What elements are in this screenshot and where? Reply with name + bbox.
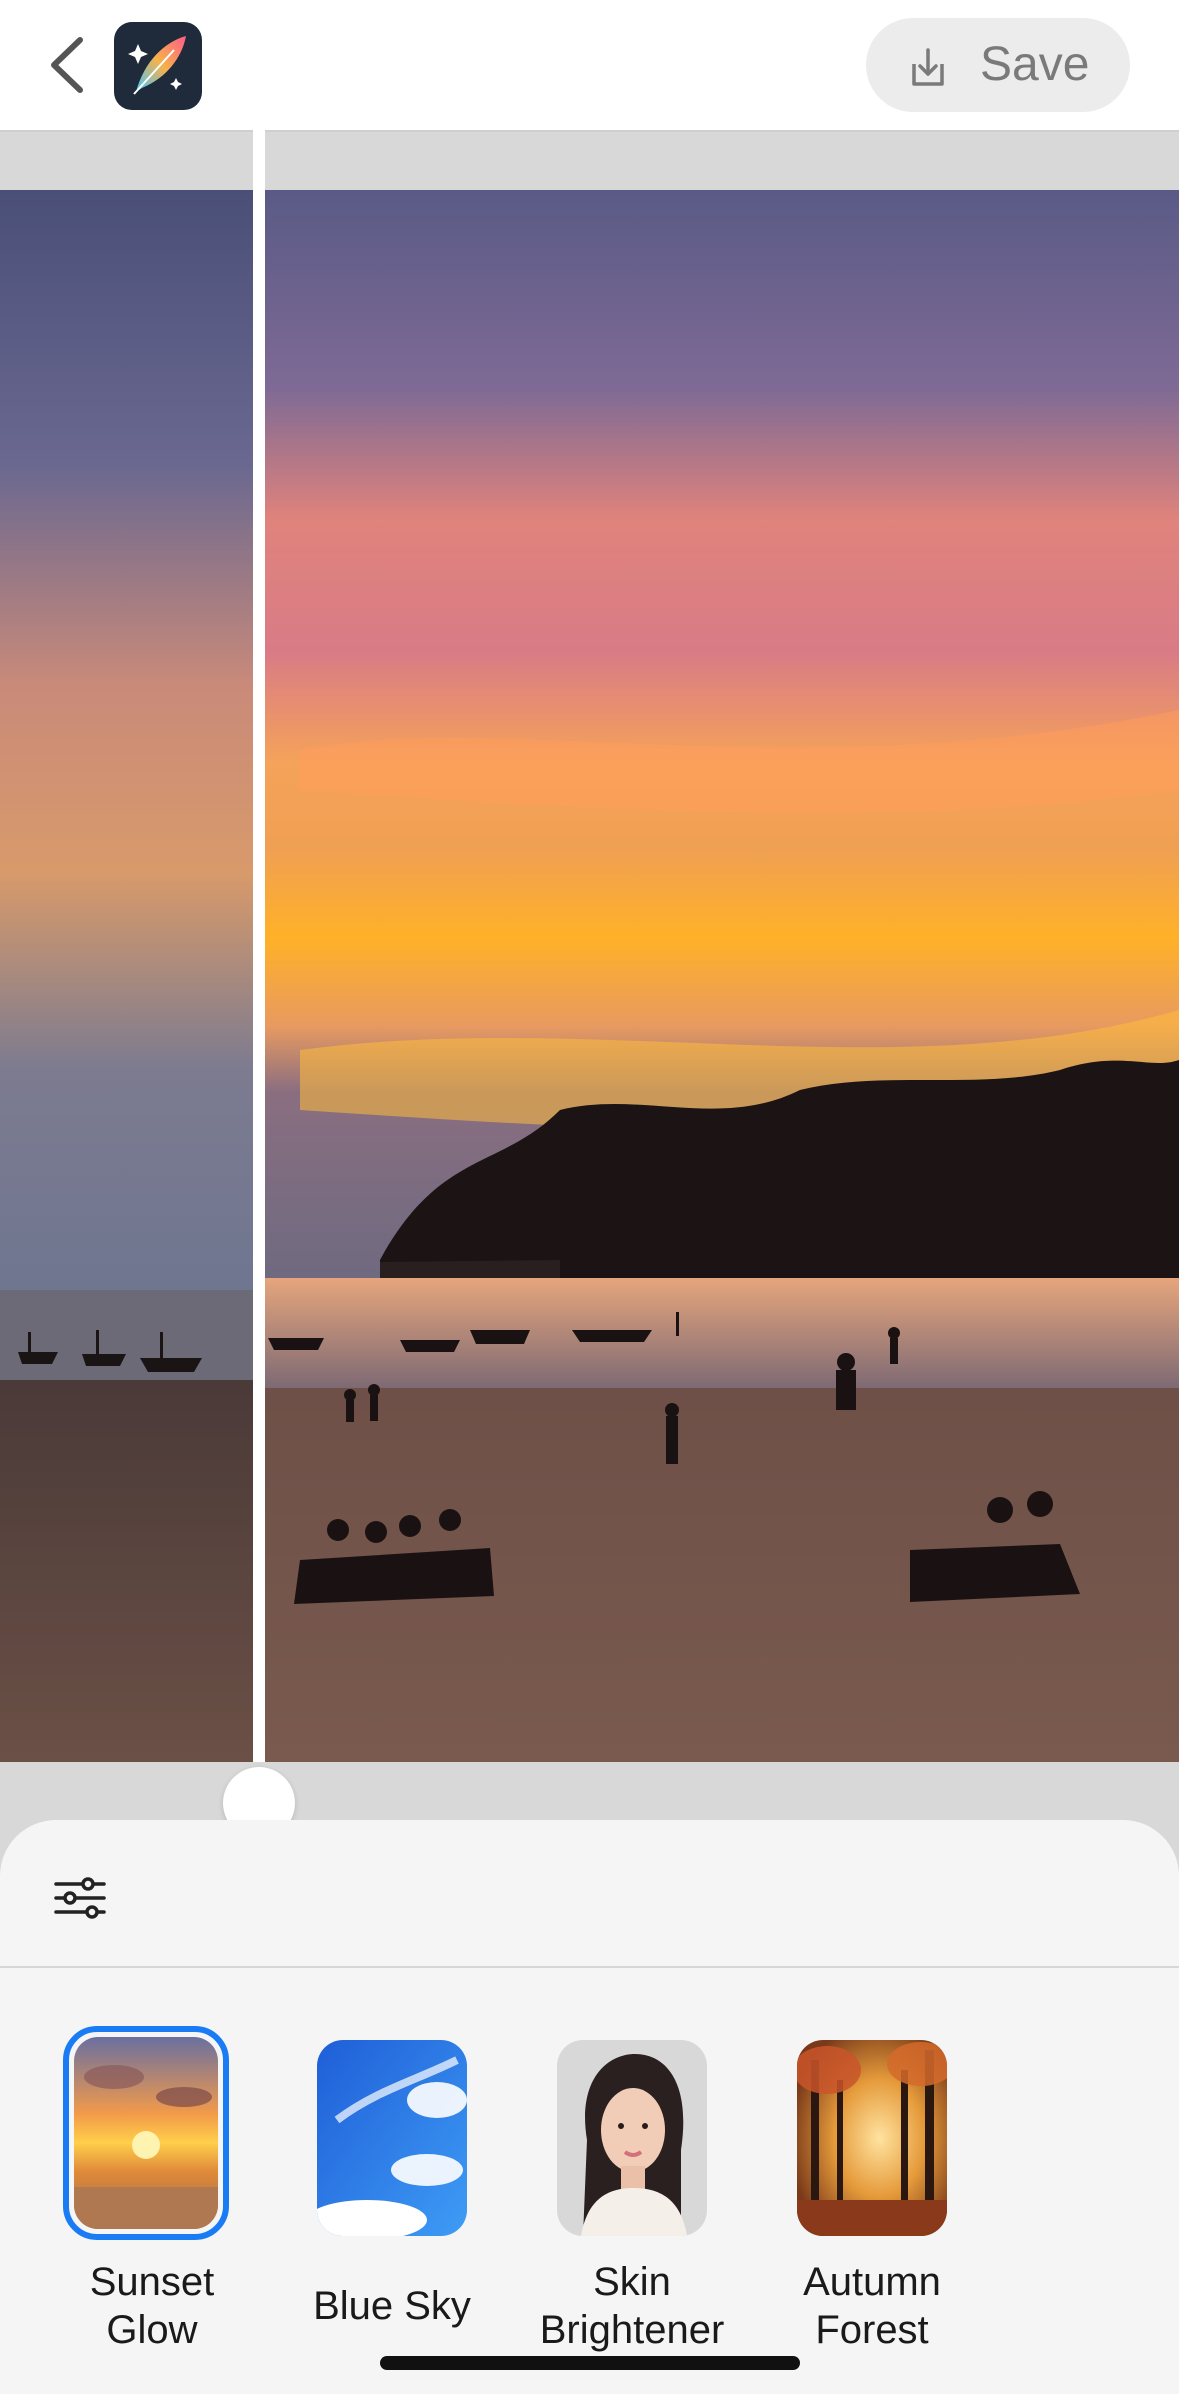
before-photo	[0, 190, 258, 1762]
preset-list: Sunset Glow Blue Sky Skin Brightener Aut…	[0, 2000, 1179, 2394]
compare-divider-line[interactable]	[253, 130, 265, 1762]
preset-skin-brightener[interactable]: Skin Brightener	[497, 2000, 724, 2394]
app-logo	[114, 22, 202, 110]
chevron-left-icon	[51, 37, 83, 93]
preset-label: Skin Brightener	[539, 2260, 725, 2352]
photo-canvas[interactable]	[0, 190, 1179, 1762]
preset-thumbnail	[797, 2040, 947, 2236]
adjustments-button[interactable]	[50, 1868, 110, 1928]
save-button[interactable]: Save	[866, 18, 1130, 112]
preset-label: Autumn Forest	[803, 2260, 941, 2352]
back-button[interactable]	[40, 30, 100, 100]
download-tray-icon	[912, 48, 944, 86]
preset-sunset-glow[interactable]: Sunset Glow	[17, 2000, 237, 2394]
sliders-icon	[54, 1877, 106, 1919]
preset-thumbnail	[317, 2040, 467, 2236]
preset-thumbnail	[557, 2040, 707, 2236]
preset-label: Blue Sky	[313, 2284, 471, 2328]
preset-autumn-forest[interactable]: Autumn Forest	[737, 2000, 957, 2394]
preset-blue-sky[interactable]: Blue Sky	[257, 2000, 477, 2394]
sheet-divider	[0, 1966, 1179, 1968]
top-bar: Save	[0, 0, 1179, 132]
after-photo	[258, 190, 1179, 1762]
preset-label: Sunset Glow	[89, 2260, 215, 2352]
preset-thumbnail	[74, 2037, 218, 2229]
filters-sheet: Sunset Glow Blue Sky Skin Brightener Aut…	[0, 1820, 1179, 2394]
home-indicator	[380, 2356, 800, 2370]
feather-sparkle-icon	[128, 36, 186, 95]
save-label: Save	[980, 38, 1090, 91]
